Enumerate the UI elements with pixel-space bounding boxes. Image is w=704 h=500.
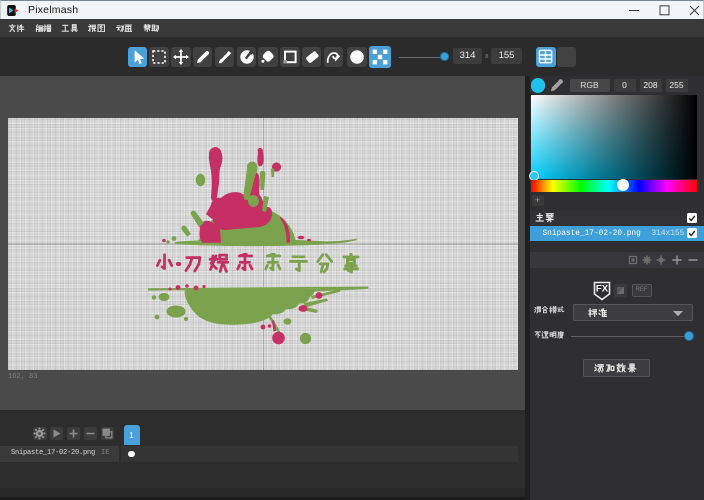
svg-text:FX: FX [595,284,608,295]
